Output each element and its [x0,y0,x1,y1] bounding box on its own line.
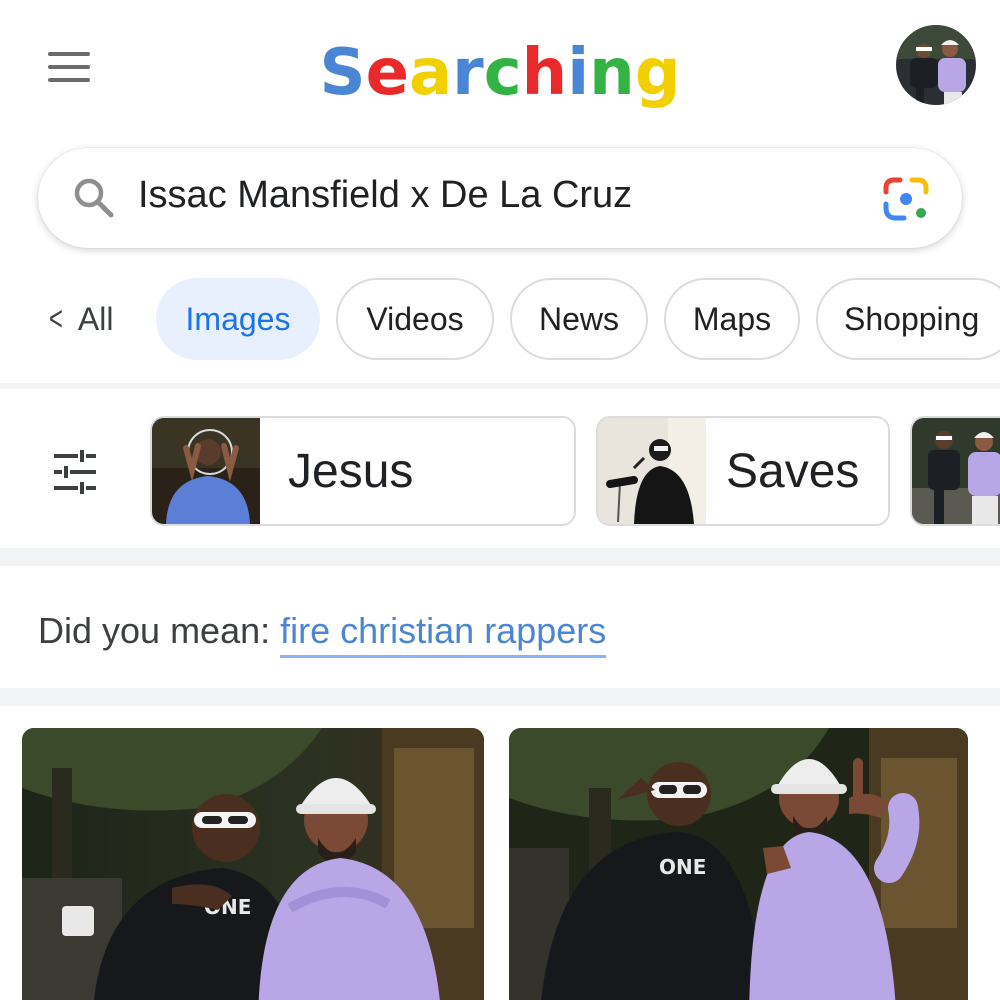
divider [0,688,1000,706]
tab-all[interactable]: < All [46,300,113,339]
image-result[interactable]: ONE [509,728,968,1000]
tab-all-label: All [77,301,114,337]
profile-avatar[interactable] [896,25,976,105]
tab-maps[interactable]: Maps [664,278,800,360]
search-input[interactable]: Issac Mansfield x De La Cruz [138,174,632,217]
logo-letter: h [521,36,568,110]
filter-card-saves[interactable]: Saves [596,416,890,526]
tab-news[interactable]: News [510,278,648,360]
logo-letter: a [408,36,453,110]
divider [0,548,1000,566]
logo-letter: S [319,36,366,110]
svg-text:ONE: ONE [659,855,706,879]
filter-thumbnail [152,418,260,524]
google-lens-icon[interactable] [882,176,930,222]
did-you-mean: Did you mean: fire christian rappers [38,610,607,658]
search-tabs: < All Images Videos News Maps Shopping [0,276,1000,362]
image-result[interactable]: ONE [22,728,484,1000]
filter-label: Jesus [288,445,414,498]
did-you-mean-prefix: Did you mean: [38,610,281,651]
tab-images[interactable]: Images [156,278,320,360]
filter-card-jesus[interactable]: Jesus [150,416,576,526]
logo-letter: g [634,36,681,110]
logo: Searching [0,36,1000,110]
tab-shopping[interactable]: Shopping [816,278,1000,360]
logo-letter: e [365,36,409,110]
divider [0,383,1000,389]
logo-letter: c [483,36,522,110]
filter-card-partial[interactable] [910,416,1000,526]
chevron-left-icon: < [48,300,63,338]
did-you-mean-suggestion-link[interactable]: fire christian rappers [280,610,607,658]
filter-thumbnail [912,418,1000,524]
filter-label: Saves [726,445,860,498]
logo-letter: r [452,36,484,110]
tune-sliders-icon[interactable] [52,450,98,494]
logo-letter: n [589,36,635,110]
logo-letter: i [567,36,590,110]
tab-videos[interactable]: Videos [336,278,494,360]
search-icon [72,176,116,220]
filter-thumbnail [598,418,706,524]
